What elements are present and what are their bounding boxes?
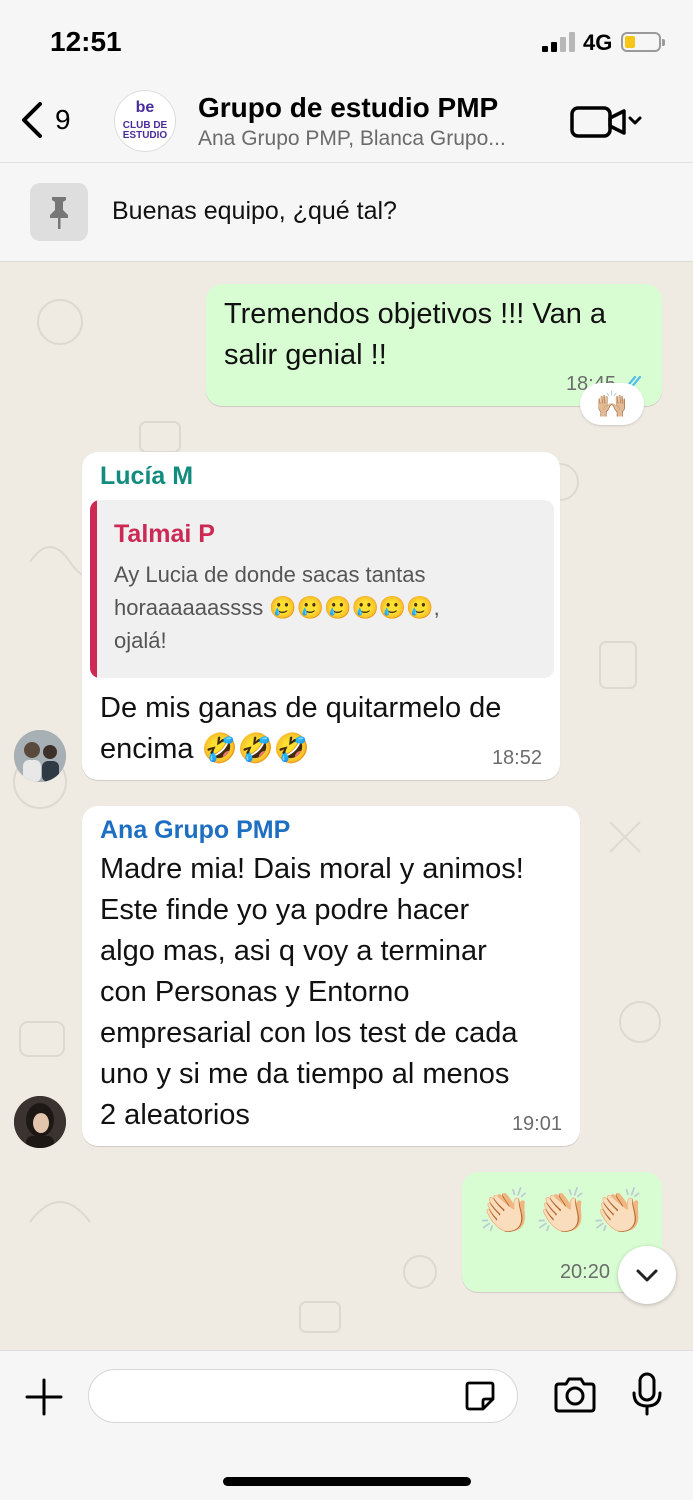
avatar-lucia[interactable] [14,730,66,782]
status-bar: 12:51 4G [0,0,693,80]
message-text-line: 2 aleatorios [100,1099,250,1131]
message-text-line: Madre mia! Dais moral y animos! [100,853,524,885]
chat-title[interactable]: Grupo de estudio PMP [198,92,498,124]
microphone-icon[interactable] [630,1371,664,1417]
message-sender: Lucía M [100,462,194,490]
group-avatar-line2: ESTUDIO [122,130,168,141]
message-input[interactable] [88,1369,518,1423]
message-sender: Ana Grupo PMP [100,816,291,844]
home-indicator [223,1477,471,1486]
network-type: 4G [583,30,613,55]
incoming-message[interactable]: Ana Grupo PMP Madre mia! Dais moral y an… [82,806,580,1146]
message-text-line: De mis ganas de quitarmelo de [100,692,502,724]
chevron-down-icon [636,1269,658,1282]
message-text-line: salir genial !! [224,339,387,371]
sticker-icon[interactable] [463,1379,497,1413]
message-text-line: algo mas, asi q voy a terminar [100,935,487,967]
chevron-left-icon [22,102,42,138]
quoted-text-line: Ay Lucia de donde sacas tantas [114,562,426,587]
message-text-line: Tremendos objetivos !!! Van a [224,298,607,330]
back-button[interactable] [14,98,58,142]
pin-icon [30,183,88,241]
pinned-message-banner[interactable]: Buenas equipo, ¿qué tal? [0,162,693,262]
message-time: 18:52 [491,747,542,769]
message-text-line: Este finde yo ya podre hacer [100,894,470,926]
chat-area[interactable]: Tremendos objetivos !!! Van a salir geni… [0,262,693,1350]
chat-header: 9 be CLUB DE ESTUDIO Grupo de estudio PM… [0,80,693,162]
message-composer [0,1350,693,1500]
scroll-to-bottom-button[interactable] [618,1246,676,1304]
message-time: 20:20 [559,1261,610,1283]
message-time: 19:01 [511,1113,562,1135]
group-avatar-logo: be [135,99,155,116]
quoted-text-line: ojalá! [114,628,167,653]
video-camera-icon [570,106,642,138]
quoted-sender: Talmai P [114,520,215,548]
group-avatar[interactable]: be CLUB DE ESTUDIO [114,90,176,152]
plus-icon[interactable] [24,1377,64,1417]
pinned-message-text: Buenas equipo, ¿qué tal? [112,197,397,225]
avatar-ana[interactable] [14,1096,66,1148]
video-call-button[interactable] [568,102,648,142]
chat-subtitle[interactable]: Ana Grupo PMP, Blanca Grupo... [198,127,538,151]
message-text-line: uno y si me da tiempo al menos [100,1058,510,1090]
message-emoji-text: 👏🏻👏🏻👏🏻 [478,1187,649,1236]
status-time: 12:51 [50,26,122,57]
quoted-text-line: horaaaaaassss 🥲🥲🥲🥲🥲🥲, [114,595,440,620]
quoted-message[interactable]: Talmai P Ay Lucia de donde sacas tantas … [90,500,554,678]
message-reaction[interactable]: 🙌🏼 [580,383,644,425]
battery-icon [621,32,665,52]
unread-count[interactable]: 9 [55,104,71,136]
message-text-line: con Personas y Entorno [100,976,410,1008]
incoming-message[interactable]: Lucía M Talmai P Ay Lucia de donde sacas… [82,452,560,780]
message-text-line: encima 🤣🤣🤣 [100,733,310,765]
camera-icon[interactable] [552,1375,598,1415]
signal-icon [542,32,576,52]
message-text-line: empresarial con los test de cada [100,1017,518,1049]
